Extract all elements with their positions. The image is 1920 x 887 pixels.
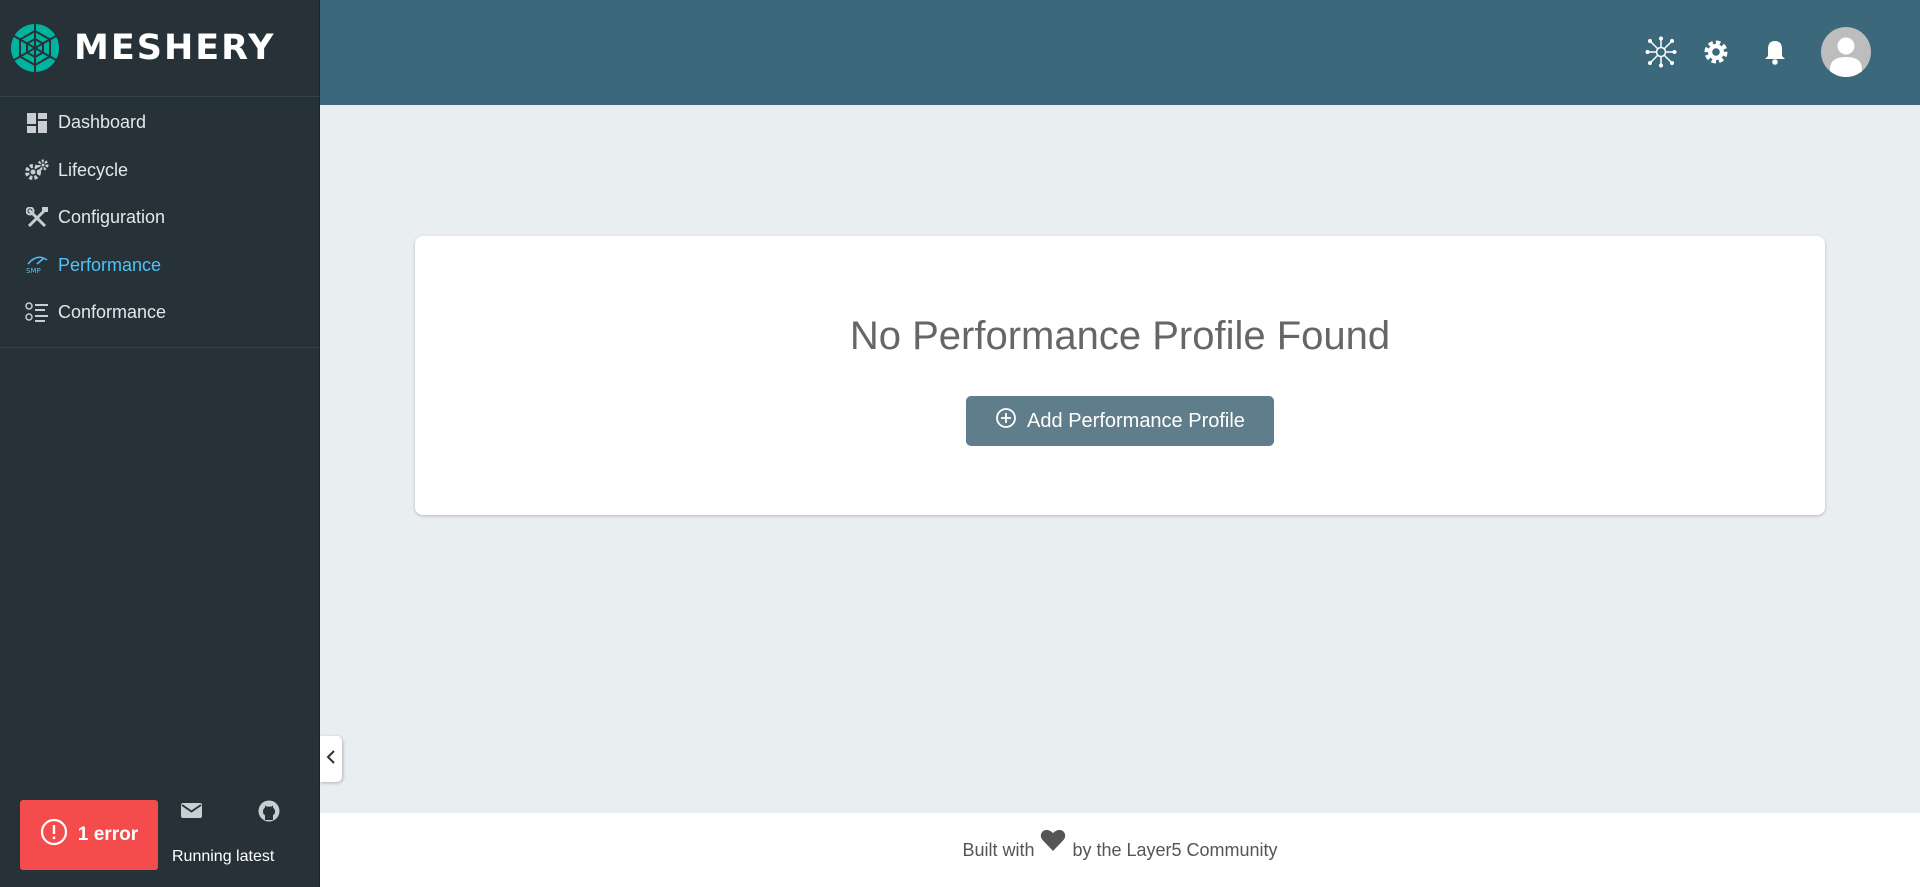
gears-icon (24, 157, 50, 183)
mail-icon[interactable] (180, 800, 204, 825)
bell-icon[interactable] (1763, 38, 1787, 66)
smp-icon: SMP (24, 252, 50, 278)
gear-icon[interactable] (1702, 38, 1730, 66)
add-circle-icon (995, 407, 1017, 435)
footer-suffix[interactable]: by the Layer5 Community (1072, 840, 1277, 861)
sidebar-item-label: Performance (58, 254, 162, 275)
heart-icon (1040, 828, 1066, 857)
sidebar-item-dashboard[interactable]: Dashboard (0, 99, 319, 147)
empty-state-card: No Performance Profile Found Add Perform… (415, 236, 1825, 515)
github-icon[interactable] (257, 799, 281, 828)
error-count: 1 error (77, 824, 139, 845)
checklist-icon (24, 300, 50, 326)
add-button-label: Add Performance Profile (1027, 409, 1245, 432)
sidebar-item-label: Lifecycle (58, 159, 129, 180)
brand-name: MESHERY (74, 28, 276, 68)
dashboard-icon (24, 110, 50, 136)
service-mesh-icon[interactable] (1645, 36, 1677, 68)
empty-state-title: No Performance Profile Found (849, 314, 1391, 358)
sidebar-item-label: Dashboard (58, 112, 147, 133)
sidebar-nav: Dashboard Lifecycle Configuration SMP Pe… (0, 97, 319, 348)
version-status: Running latest (172, 848, 275, 865)
alert-circle-icon (40, 818, 68, 852)
sidebar: MESHERY Dashboard Lifecycle Configuratio… (0, 0, 320, 887)
sidebar-item-performance[interactable]: SMP Performance (0, 242, 319, 290)
sidebar-collapse-button[interactable] (320, 736, 342, 782)
footer: Built with by the Layer5 Community (320, 813, 1920, 887)
add-performance-profile-button[interactable]: Add Performance Profile (966, 396, 1274, 446)
tools-icon (24, 205, 50, 231)
sidebar-item-lifecycle[interactable]: Lifecycle (0, 147, 319, 195)
sidebar-item-configuration[interactable]: Configuration (0, 194, 319, 242)
top-app-bar (320, 0, 1920, 105)
footer-prefix: Built with (962, 839, 1035, 860)
meshery-logo-icon (11, 24, 59, 72)
sidebar-item-label: Configuration (58, 207, 166, 228)
sidebar-item-label: Conformance (58, 302, 167, 323)
sidebar-item-conformance[interactable]: Conformance (0, 289, 319, 337)
svg-text:SMP: SMP (26, 267, 41, 275)
brand[interactable]: MESHERY (0, 0, 319, 97)
error-button[interactable]: 1 error (20, 800, 158, 870)
avatar-icon[interactable] (1821, 27, 1871, 77)
chevron-left-icon (326, 749, 336, 770)
